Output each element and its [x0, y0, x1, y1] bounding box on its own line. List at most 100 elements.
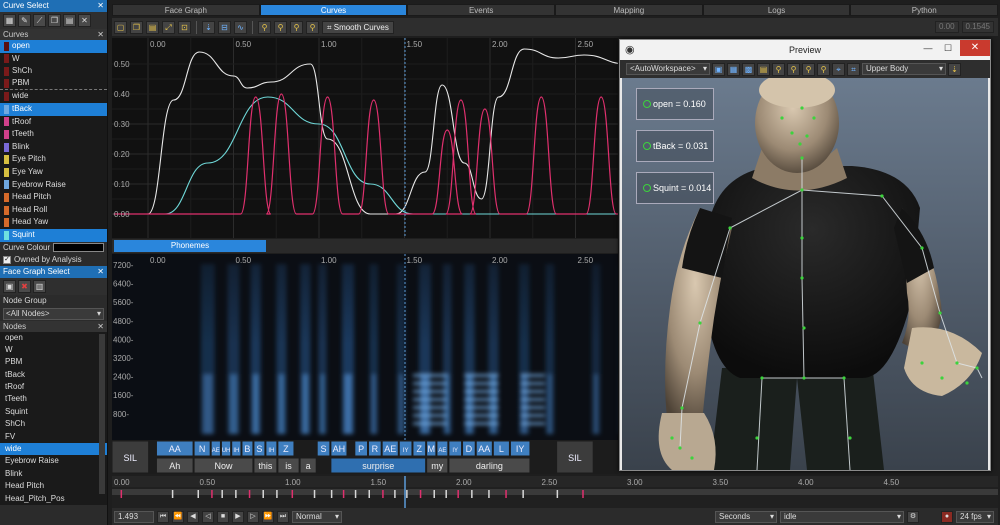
- play-icon[interactable]: ▶: [232, 510, 244, 523]
- copy-key-icon[interactable]: ❐: [130, 20, 143, 34]
- preview-titlebar[interactable]: ◉ Preview — ☐ ✕: [620, 40, 990, 60]
- node-item[interactable]: wide: [0, 443, 107, 456]
- key-remove-icon[interactable]: ⚲: [274, 20, 287, 34]
- tangent-flat-icon[interactable]: ⊟: [218, 20, 231, 34]
- timeline-key[interactable]: [505, 490, 507, 498]
- timeline-key[interactable]: [197, 490, 200, 498]
- timeline-key[interactable]: [221, 490, 223, 498]
- key-select-icon[interactable]: ⚲: [290, 20, 303, 34]
- curve-item[interactable]: Eyebrow Raise: [0, 179, 107, 192]
- morph-handle-icon[interactable]: [643, 142, 651, 150]
- timeline-key[interactable]: [582, 490, 584, 498]
- smooth-curves-button[interactable]: ⌗ Smooth Curves: [322, 20, 394, 34]
- key-move-icon[interactable]: ⚲: [306, 20, 319, 34]
- node-group-select[interactable]: <All Nodes> ▾: [3, 307, 104, 320]
- close-icon[interactable]: ✕: [97, 0, 104, 12]
- timeline-key[interactable]: [419, 490, 422, 498]
- insert-key-icon[interactable]: ⇣: [202, 20, 215, 34]
- close-icon[interactable]: ✕: [960, 40, 990, 56]
- timeline-key[interactable]: [120, 490, 123, 498]
- go-start-icon[interactable]: ⏮: [157, 510, 169, 523]
- units-select[interactable]: Seconds ▾: [715, 510, 777, 523]
- stop-icon[interactable]: ■: [217, 510, 229, 523]
- time-field-b[interactable]: 0.1545: [961, 21, 994, 33]
- maximize-icon[interactable]: ☐: [938, 40, 958, 56]
- node-item[interactable]: tRoof: [0, 381, 107, 393]
- curve-item[interactable]: tRoof: [0, 116, 107, 129]
- timeline-key[interactable]: [276, 490, 278, 498]
- view-icon[interactable]: ▣: [712, 62, 725, 76]
- timeline-key[interactable]: [433, 490, 435, 498]
- curve-item[interactable]: wide: [0, 90, 107, 103]
- settings-icon[interactable]: ⚙: [907, 510, 919, 523]
- timeline[interactable]: 0.00 0.50 1.00 1.50 2.00 2.50 3.00 3.50 4.00 4.50: [112, 476, 998, 508]
- curve-item[interactable]: open: [0, 40, 107, 53]
- curve-item[interactable]: Head Pitch: [0, 191, 107, 204]
- curve-item[interactable]: Head Yaw: [0, 216, 107, 229]
- copy-icon[interactable]: ❐: [48, 14, 61, 27]
- current-time-field[interactable]: 1.493: [114, 510, 154, 523]
- node-item[interactable]: Blink: [0, 468, 107, 480]
- state-select[interactable]: idle ▾: [780, 510, 904, 523]
- curve-item[interactable]: ShCh: [0, 65, 107, 78]
- select-icon[interactable]: ▣: [3, 279, 16, 293]
- timeline-key[interactable]: [445, 490, 447, 498]
- timeline-key[interactable]: [262, 490, 264, 498]
- curve-item[interactable]: PBM: [0, 78, 107, 91]
- tab-phonemes[interactable]: Phonemes: [114, 240, 266, 252]
- timeline-key[interactable]: [522, 490, 524, 498]
- camera-reset-icon[interactable]: ⚲: [817, 62, 830, 76]
- tab-logs[interactable]: Logs: [702, 4, 851, 16]
- fps-select[interactable]: 24 fps ▾: [956, 510, 994, 523]
- timeline-key[interactable]: [471, 490, 473, 498]
- timeline-key[interactable]: [457, 490, 459, 498]
- texture-icon[interactable]: ▤: [757, 62, 770, 76]
- key-add-icon[interactable]: ⚲: [258, 20, 271, 34]
- timeline-key[interactable]: [394, 490, 396, 498]
- step-forward-icon[interactable]: ▷: [247, 510, 259, 523]
- node-item[interactable]: Head_Pitch_Pos: [0, 493, 107, 505]
- node-item[interactable]: Squint: [0, 406, 107, 418]
- node-item[interactable]: Eyebrow Raise: [0, 455, 107, 467]
- paste-icon[interactable]: ▤: [63, 14, 76, 27]
- filter-icon[interactable]: ▥: [33, 279, 46, 293]
- timeline-canvas[interactable]: 0.00 0.50 1.00 1.50 2.00 2.50 3.00 3.50 4.00 4.50: [112, 476, 998, 508]
- play-back-icon[interactable]: ◁: [202, 510, 214, 523]
- timeline-key[interactable]: [248, 490, 251, 498]
- timeline-key[interactable]: [368, 490, 371, 498]
- node-item[interactable]: ShCh: [0, 418, 107, 430]
- curve-item[interactable]: W: [0, 53, 107, 66]
- delete-icon[interactable]: ✕: [78, 14, 91, 27]
- tab-mapping[interactable]: Mapping: [555, 4, 703, 16]
- owned-checkbox[interactable]: ✓: [3, 255, 11, 264]
- camera-add-icon[interactable]: ⚲: [787, 62, 800, 76]
- timeline-key[interactable]: [330, 490, 333, 498]
- morph-handle-icon[interactable]: [643, 184, 651, 192]
- prev-key-icon[interactable]: ⏪: [172, 510, 184, 523]
- close-icon[interactable]: ✕: [97, 29, 104, 40]
- record-icon[interactable]: ●: [941, 510, 953, 523]
- timeline-key[interactable]: [171, 490, 174, 498]
- grid-icon[interactable]: ▦: [3, 14, 16, 27]
- curve-colour-picker[interactable]: [53, 243, 104, 252]
- timeline-key[interactable]: [354, 490, 357, 498]
- close-icon[interactable]: ✕: [97, 321, 104, 332]
- curve-editor[interactable]: 0.00 0.50 1.00 1.50 2.00 2.50 0.50 0.40 0.30 0.20…: [112, 38, 618, 238]
- tab-events[interactable]: Events: [407, 4, 556, 16]
- node-item[interactable]: W: [0, 344, 107, 356]
- remove-icon[interactable]: ✖: [18, 279, 31, 293]
- camera-remove-icon[interactable]: ⚲: [802, 62, 815, 76]
- node-list-scrollbar[interactable]: [99, 333, 105, 494]
- wireframe-icon[interactable]: ▦: [727, 62, 740, 76]
- timeline-key[interactable]: [342, 490, 345, 498]
- timeline-key[interactable]: [488, 490, 490, 498]
- curve-open[interactable]: [113, 48, 618, 215]
- phoneme-strip-canvas[interactable]: SILAA N AE UH IH B S IH Z S AH P R AE IY Z M AE IY D AA L IYSI…: [112, 440, 618, 474]
- paste-key-icon[interactable]: ▤: [146, 20, 159, 34]
- tangent-smooth-icon[interactable]: ∿: [234, 20, 247, 34]
- node-item[interactable]: Head Pitch: [0, 480, 107, 492]
- frame-icon[interactable]: ⊡: [178, 20, 191, 34]
- node-item[interactable]: FV: [0, 431, 107, 443]
- timeline-key[interactable]: [382, 490, 384, 498]
- tab-python[interactable]: Python: [850, 4, 999, 16]
